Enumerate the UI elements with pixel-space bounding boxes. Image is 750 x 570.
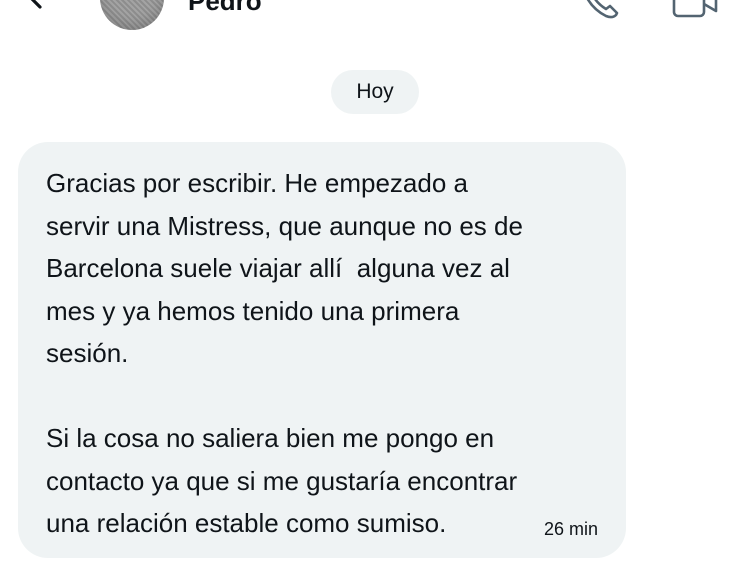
back-button[interactable]	[18, 0, 64, 16]
call-button[interactable]	[578, 0, 622, 22]
phone-icon	[586, 0, 619, 19]
date-separator: Hoy	[331, 70, 419, 114]
video-camera-icon	[672, 0, 718, 18]
message-line: Barcelona suele viajar allí alguna vez a…	[46, 253, 510, 283]
message-line: contacto ya que si me gustaría encontrar	[46, 465, 518, 496]
message-line: Si la cosa no saliera bien me pongo en	[46, 423, 495, 453]
message-timestamp: 26 min	[543, 519, 598, 539]
message-line: mes y ya hemos tenido una primera	[46, 295, 460, 326]
message-bubble[interactable]: Gracias por escribir. He empezado a serv…	[18, 142, 626, 558]
message-text: Gracias por escribir. He empezado a serv…	[46, 162, 606, 545]
message-line: Gracias por escribir. He empezado a	[46, 168, 468, 198]
avatar[interactable]	[100, 0, 164, 30]
chat-screen: Pedro Hoy Gracias por escribir. He empez…	[0, 0, 750, 570]
arrow-left-icon	[30, 0, 42, 9]
message-line: sesión.	[46, 338, 129, 368]
video-call-button[interactable]	[668, 0, 722, 22]
chat-header: Pedro	[0, 0, 750, 40]
contact-name[interactable]: Pedro	[188, 0, 262, 14]
message-line: una relación estable como sumiso.	[46, 508, 447, 538]
message-line: servir una Mistress, que aunque no es de	[46, 210, 523, 241]
